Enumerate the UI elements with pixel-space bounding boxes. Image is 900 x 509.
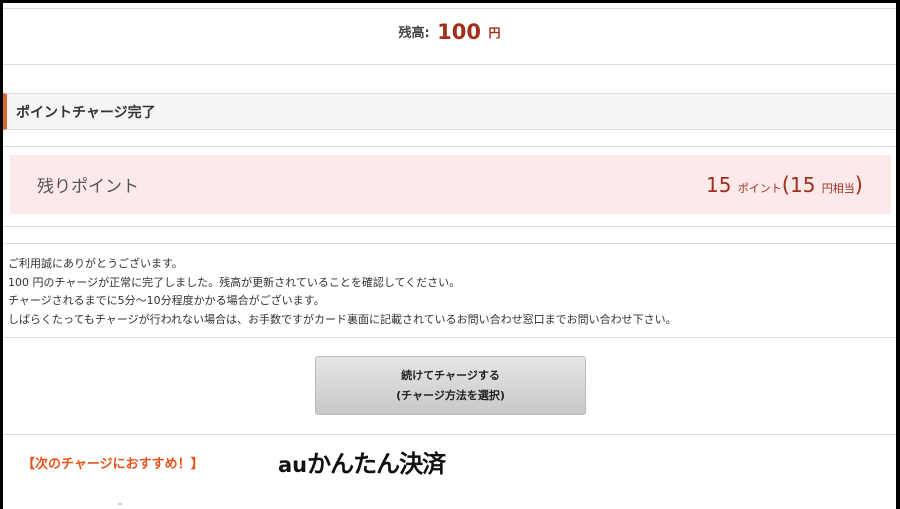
divider (3, 243, 896, 244)
remaining-points-box: 残りポイント 15 ポイント(15 円相当) (10, 155, 891, 214)
message-line: 100 円のチャージが正常に完了しました。残高が更新されていることを確認してくだ… (8, 275, 461, 289)
balance-display: 残高: 100 円 (3, 20, 896, 50)
balance-label: 残高: (398, 26, 430, 41)
decorative-mark (118, 503, 122, 505)
button-label-line2: (チャージ方法を選択) (396, 389, 505, 402)
message-line: チャージされるまでに5分～10分程度かかる場合がございます。 (8, 294, 325, 307)
divider (3, 64, 896, 65)
divider (3, 337, 896, 338)
section-title: ポイントチャージ完了 (3, 93, 896, 130)
completion-message: ご利用誠にありがとうございます。 100 円のチャージが正常に完了しました。残高… (8, 255, 677, 329)
balance-amount: 100 (437, 20, 482, 44)
divider (3, 226, 896, 227)
recommend-label: 【次のチャージにおすすめ！】 (22, 457, 204, 472)
divider (3, 434, 896, 435)
paren-close: ) (854, 172, 863, 197)
divider (3, 146, 896, 147)
au-easy-payment-logo[interactable]: auかんたん決済 (278, 444, 446, 479)
points-yen-number: 15 (789, 172, 816, 197)
logo-text: かんたん決済 (307, 450, 446, 478)
divider (3, 8, 896, 9)
points-yen-unit: 円相当 (821, 181, 855, 195)
balance-unit: 円 (488, 26, 501, 40)
message-line: ご利用誠にありがとうございます。 (8, 257, 183, 270)
points-unit: ポイント (737, 181, 782, 195)
points-number: 15 (705, 172, 732, 197)
points-value: 15 ポイント(15 円相当) (706, 173, 863, 197)
continue-charge-button[interactable]: 続けてチャージする (チャージ方法を選択) (315, 356, 586, 415)
points-label: 残りポイント (37, 177, 139, 197)
logo-prefix: au (278, 453, 308, 477)
paren-open: ( (781, 172, 790, 197)
button-label-line1: 続けてチャージする (401, 369, 500, 382)
message-line: しばらくたってもチャージが行われない場合は、お手数ですがカード裏面に記載されてい… (8, 312, 677, 326)
